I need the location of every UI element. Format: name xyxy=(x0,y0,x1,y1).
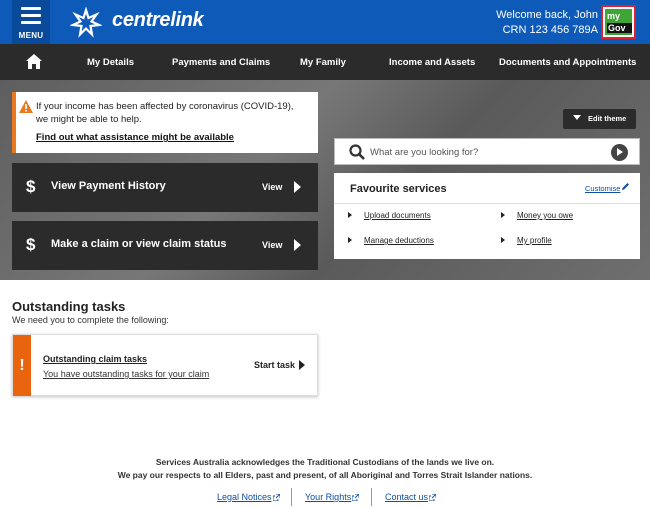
fav-my-profile[interactable]: My profile xyxy=(517,236,552,245)
mygov-button[interactable]: my Gov xyxy=(601,5,636,39)
search-bar[interactable]: What are you looking for? xyxy=(334,138,640,165)
mygov-logo-bottom: Gov xyxy=(607,23,632,33)
dollar-icon: $ xyxy=(26,235,36,254)
exclamation-icon: ! xyxy=(13,335,31,396)
nav-item-income-assets[interactable]: Income and Assets xyxy=(389,57,475,68)
view-label: View xyxy=(262,182,283,192)
menu-label: MENU xyxy=(18,31,44,40)
divider xyxy=(371,488,372,506)
divider xyxy=(334,203,640,204)
bullet-icon xyxy=(348,237,352,243)
chevron-right-icon xyxy=(294,181,301,193)
nav-item-documents-appointments[interactable]: Documents and Appointments xyxy=(499,57,636,68)
chevron-right-icon xyxy=(299,360,305,370)
task-description-link[interactable]: You have outstanding tasks for your clai… xyxy=(43,369,209,379)
top-header: MENU centrelink Welcome back, John CRN 1… xyxy=(0,0,650,44)
centrelink-star-icon xyxy=(70,7,102,38)
your-rights-label: Your Rights xyxy=(305,492,352,502)
external-link-icon xyxy=(429,494,437,501)
contact-us-link[interactable]: Contact us xyxy=(385,492,437,502)
make-claim-button[interactable]: $ Make a claim or view claim status View xyxy=(12,221,318,270)
favourite-services-title: Favourite services xyxy=(350,183,447,195)
contact-us-label: Contact us xyxy=(385,492,429,502)
magnifier-icon xyxy=(349,144,365,160)
covid-message: If your income has been affected by coro… xyxy=(36,101,294,125)
mygov-logo-top: my xyxy=(607,11,621,21)
search-input[interactable]: What are you looking for? xyxy=(370,147,478,158)
bullet-icon xyxy=(501,212,505,218)
mygov-logo: my Gov xyxy=(605,9,632,35)
welcome-text: Welcome back, John xyxy=(496,9,598,21)
hamburger-icon xyxy=(21,7,41,28)
edit-theme-button[interactable]: Edit theme xyxy=(563,109,636,129)
arrow-right-icon xyxy=(617,148,623,156)
search-submit-button[interactable] xyxy=(611,144,628,161)
fav-manage-deductions[interactable]: Manage deductions xyxy=(364,236,434,245)
nav-item-my-details[interactable]: My Details xyxy=(87,57,134,68)
legal-notices-label: Legal Notices xyxy=(217,492,272,502)
covid-assistance-link[interactable]: Find out what assistance might be availa… xyxy=(36,132,234,143)
menu-button[interactable]: MENU xyxy=(12,0,50,44)
start-task-button[interactable]: Start task xyxy=(254,360,295,370)
task-title-link[interactable]: Outstanding claim tasks xyxy=(43,354,147,364)
fav-money-you-owe[interactable]: Money you owe xyxy=(517,211,573,220)
dollar-icon: $ xyxy=(26,177,36,196)
outstanding-tasks-title: Outstanding tasks xyxy=(12,299,126,314)
customise-link[interactable]: Customise xyxy=(585,184,620,193)
make-claim-label: Make a claim or view claim status xyxy=(51,238,227,250)
warning-icon xyxy=(19,100,33,113)
main-nav: My Details Payments and Claims My Family… xyxy=(0,44,650,80)
chevron-right-icon xyxy=(294,239,301,251)
view-label: View xyxy=(262,240,283,250)
footer-links: Legal Notices Your Rights Contact us xyxy=(0,488,650,507)
nav-item-my-family[interactable]: My Family xyxy=(300,57,346,68)
favourite-services-panel: Favourite services Customise Upload docu… xyxy=(334,173,640,259)
fav-upload-documents[interactable]: Upload documents xyxy=(364,211,431,220)
brand-logo-text[interactable]: centrelink xyxy=(112,9,204,32)
covid-alert: If your income has been affected by coro… xyxy=(12,92,318,153)
your-rights-link[interactable]: Your Rights xyxy=(305,492,360,502)
external-link-icon xyxy=(352,494,360,501)
acknowledgement-line-1: Services Australia acknowledges the Trad… xyxy=(155,457,495,467)
crn-text: CRN 123 456 789A xyxy=(502,24,598,36)
outstanding-tasks-subtitle: We need you to complete the following: xyxy=(12,315,169,325)
pencil-icon[interactable] xyxy=(621,182,630,191)
acknowledgement-line-2: We pay our respects to all Elders, past … xyxy=(117,470,533,480)
legal-notices-link[interactable]: Legal Notices xyxy=(217,492,280,502)
bullet-icon xyxy=(348,212,352,218)
edit-theme-label: Edit theme xyxy=(588,114,627,123)
external-link-icon xyxy=(272,494,280,501)
home-icon[interactable] xyxy=(26,54,42,69)
view-payment-history-button[interactable]: $ View Payment History View xyxy=(12,163,318,212)
bullet-icon xyxy=(501,237,505,243)
view-payment-history-label: View Payment History xyxy=(51,180,166,192)
divider xyxy=(291,488,292,506)
welcome-block: Welcome back, John CRN 123 456 789A xyxy=(496,8,598,38)
nav-item-payments-claims[interactable]: Payments and Claims xyxy=(172,57,270,68)
outstanding-claim-task-card[interactable]: ! Outstanding claim tasks You have outst… xyxy=(12,334,318,396)
chevron-down-icon xyxy=(573,115,581,120)
